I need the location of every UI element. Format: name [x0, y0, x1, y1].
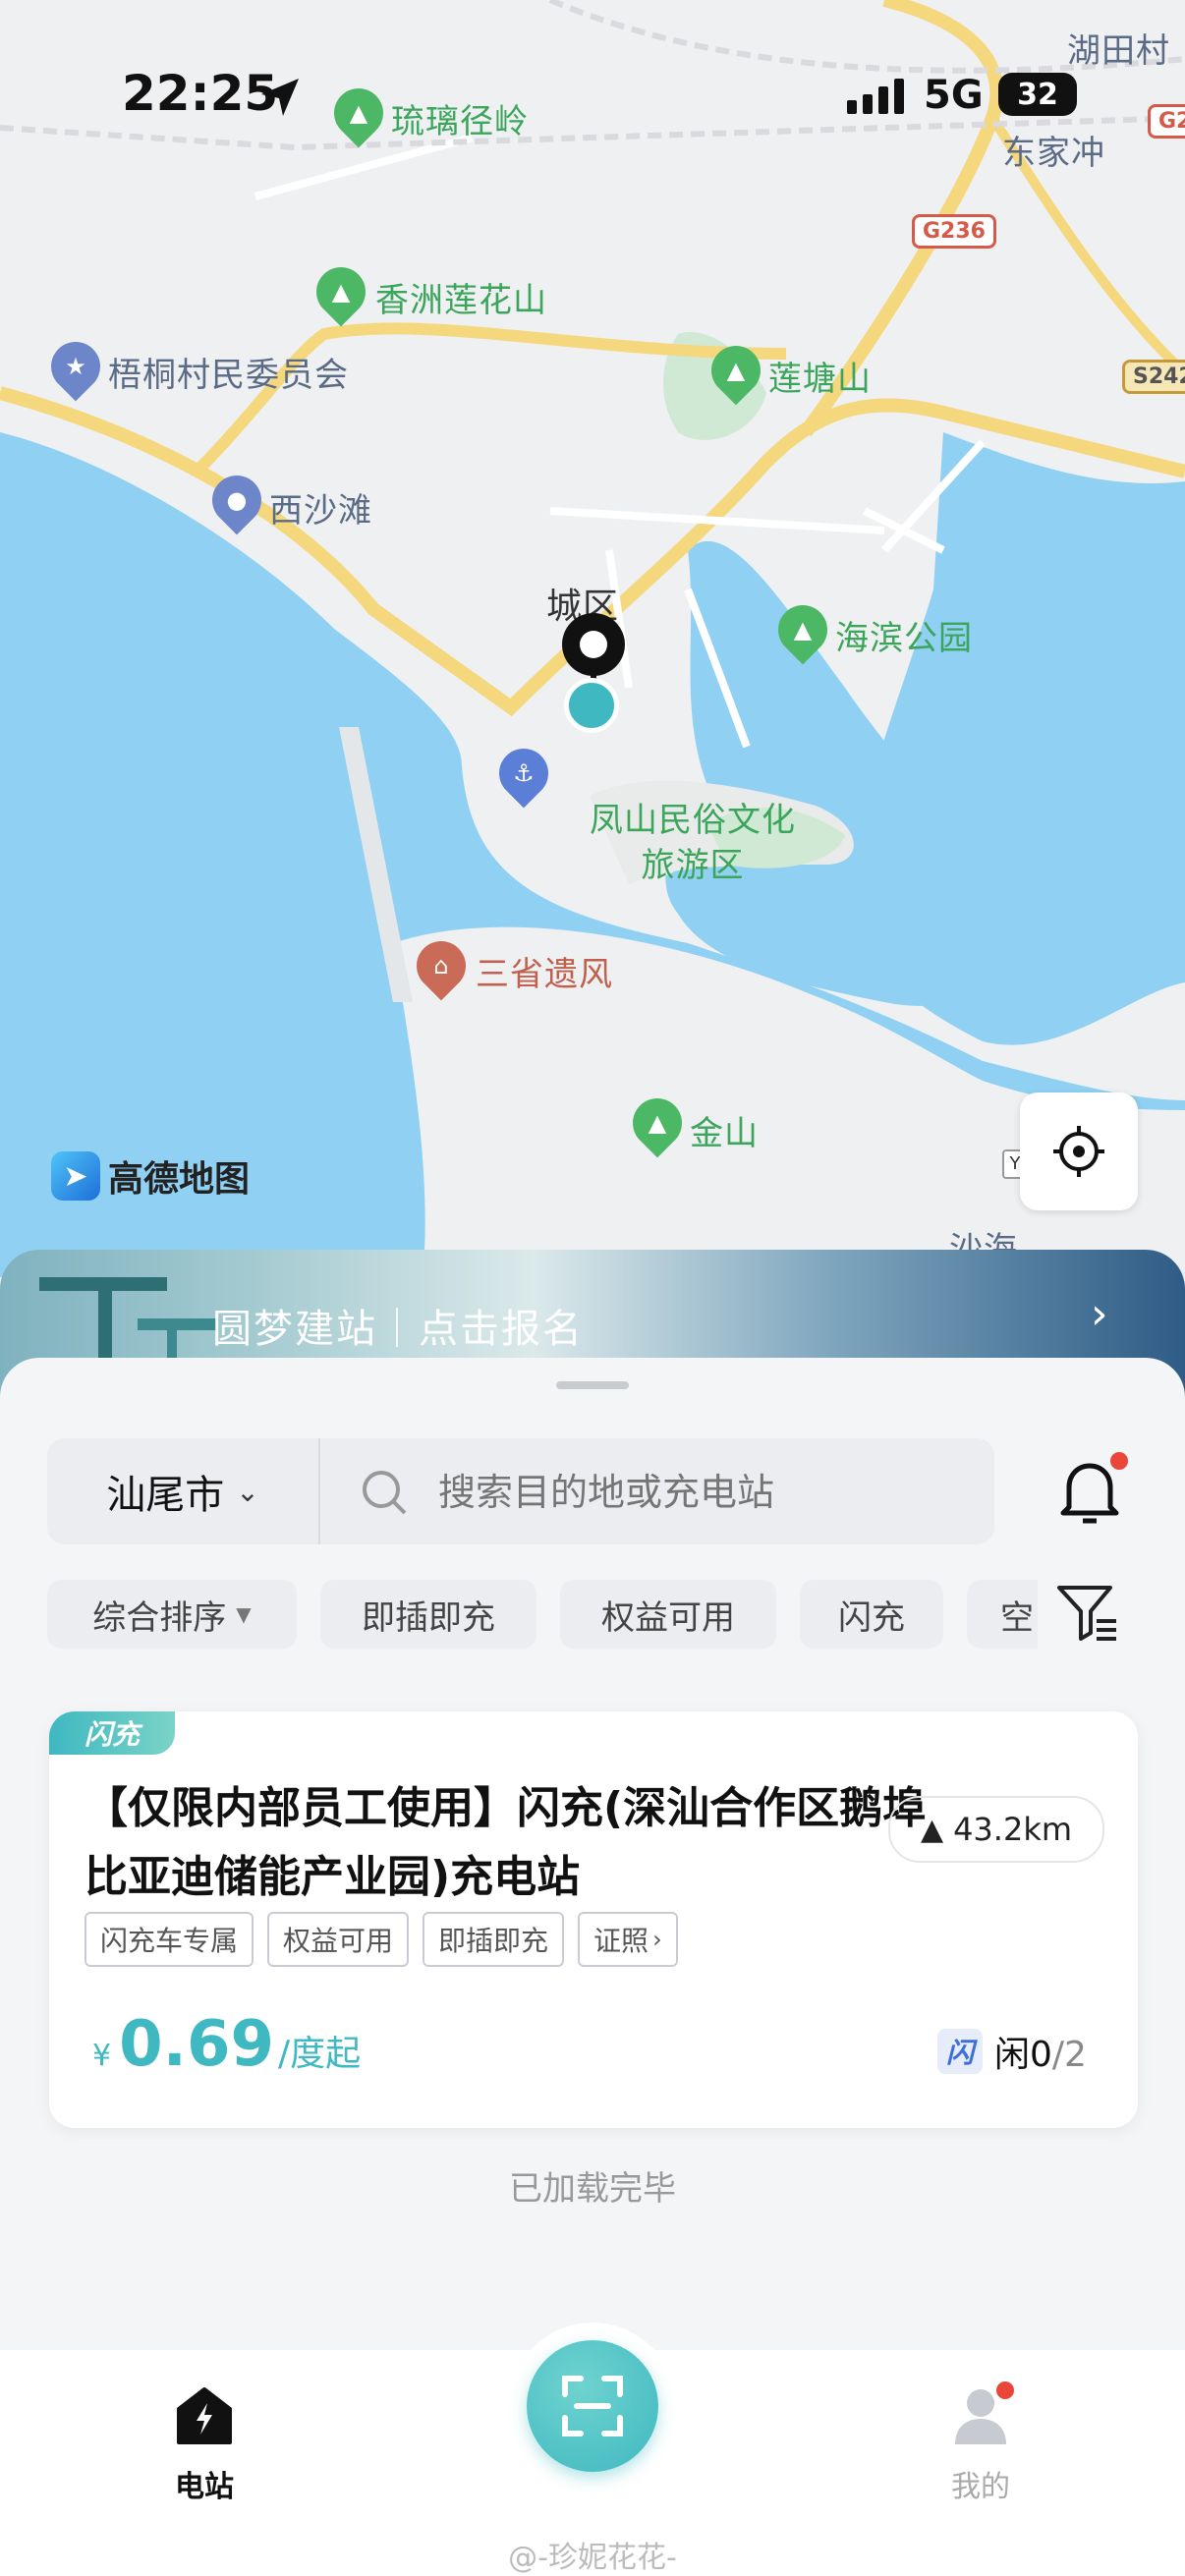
availability: 闪 闲0/2 [937, 2026, 1087, 2077]
park-pin-icon[interactable]: ▲ [767, 594, 838, 665]
map-label-haibin[interactable]: 海滨公园 [835, 611, 973, 659]
tab-mine[interactable]: 我的 [924, 2381, 1038, 2504]
chevron-right-icon: › [652, 1926, 662, 1953]
location-arrow-icon [261, 79, 299, 116]
map-label-jinshan[interactable]: 金山 [690, 1106, 759, 1154]
tab-station[interactable]: 电站 [147, 2385, 261, 2504]
locate-me-button[interactable] [1020, 1092, 1138, 1210]
search-input[interactable] [436, 1458, 971, 1527]
government-pin-icon[interactable]: ★ [40, 331, 111, 402]
place-pin-icon[interactable]: ● [201, 465, 272, 535]
availability-label: 闲 [994, 2035, 1031, 2075]
amap-logo: ➤ 高德地图 [51, 1149, 250, 1203]
map-label-dongjiachong[interactable]: 东家冲 [1002, 126, 1105, 174]
map-label-liantang[interactable]: 莲塘山 [768, 352, 872, 400]
station-tab-icon [177, 2387, 232, 2444]
filter-plug-and-charge[interactable]: 即插即充 [320, 1580, 536, 1649]
sheet-drag-handle[interactable] [556, 1381, 629, 1389]
location-marker [562, 613, 625, 676]
network-type: 5G [924, 73, 984, 118]
city-selector[interactable]: 汕尾市 ⌄ [47, 1438, 318, 1544]
flash-charger-icon: 闪 [937, 2029, 983, 2074]
park-pin-icon[interactable]: ▲ [701, 335, 771, 406]
station-tags: 闪充车专属 权益可用 即插即充 证照 › [85, 1912, 692, 1967]
battery-icon: 32 [998, 73, 1077, 116]
map-label-hutian[interactable]: 湖田村 [1067, 24, 1170, 72]
notification-dot [1110, 1452, 1128, 1470]
filter-label: 权益可用 [601, 1597, 735, 1638]
tab-mine-label: 我的 [951, 2470, 1010, 2504]
park-pin-icon[interactable]: ▲ [323, 78, 394, 148]
distance-pill[interactable]: ▲ 43.2km [888, 1796, 1104, 1863]
search-bar: 汕尾市 ⌄ [47, 1438, 994, 1544]
tag-plug-and-charge: 即插即充 [423, 1912, 565, 1967]
battery-level: 32 [1017, 77, 1058, 112]
status-time: 22:25 [122, 65, 279, 122]
map-label-fengshan[interactable]: 凤山民俗文化旅游区 [590, 798, 796, 888]
scan-icon [562, 2376, 623, 2436]
tab-bar: 电站 我的 @-珍妮花花- [0, 2323, 1185, 2576]
price: ¥ 0.69 /度起 [92, 2008, 361, 2081]
map-label-sansheng[interactable]: 三省遗风 [476, 947, 613, 995]
distance-value: 43.2km [953, 1811, 1073, 1848]
tag-exclusive: 闪充车专属 [85, 1912, 254, 1967]
city-label: 汕尾市 [106, 1473, 225, 1518]
available-count: 0 [1030, 2035, 1052, 2075]
tag-license[interactable]: 证照 › [578, 1912, 678, 1967]
map-label-xiangzhou[interactable]: 香洲莲花山 [375, 273, 547, 321]
watermark: @-珍妮花花- [508, 2541, 677, 2575]
tag-license-label: 证照 [593, 1925, 649, 1957]
price-unit: /度起 [278, 2034, 362, 2074]
tag-benefits: 权益可用 [267, 1912, 410, 1967]
notification-dot [996, 2381, 1014, 2399]
map-label-xisha[interactable]: 西沙滩 [269, 483, 372, 532]
road-badge-s242: S242 [1122, 360, 1185, 394]
road-badge-g236: G236 [912, 214, 996, 249]
landmark-pin-icon[interactable]: ⌂ [406, 930, 477, 1001]
park-pin-icon[interactable]: ▲ [622, 1088, 693, 1158]
station-card[interactable]: 闪充 【仅限内部员工使用】闪充(深汕合作区鹅埠比亚迪储能产业园)充电站 ▲ 43… [49, 1711, 1138, 2128]
filter-sort[interactable]: 综合排序 ▼ [47, 1580, 297, 1649]
divider [318, 1438, 320, 1544]
anchor-pin-icon[interactable]: ⚓ [488, 738, 559, 809]
triangle-down-icon: ▼ [236, 1602, 252, 1626]
station-title: 【仅限内部员工使用】闪充(深汕合作区鹅埠比亚迪储能产业园)充电站 [85, 1783, 927, 1902]
chevron-right-icon: › [1091, 1289, 1108, 1339]
current-position-dot [564, 678, 619, 733]
filter-funnel-icon[interactable] [1055, 1582, 1120, 1645]
signal-icon [847, 79, 904, 114]
banner-text: 圆梦建站｜点击报名 [212, 1307, 584, 1352]
map-view[interactable]: G236 S242 G2 湖田村 东家冲 ▲ 琉璃径岭 ▲ 香洲莲花山 ★ 梧桐… [0, 0, 1185, 1277]
flash-charge-badge: 闪充 [49, 1711, 175, 1755]
park-pin-icon[interactable]: ▲ [306, 256, 376, 327]
search-icon [363, 1471, 407, 1515]
crosshair-icon [1053, 1126, 1104, 1177]
filter-idle[interactable]: 空 [967, 1580, 1038, 1649]
chevron-down-icon: ⌄ [236, 1475, 259, 1508]
currency-symbol: ¥ [92, 2039, 112, 2073]
amap-logo-text: 高德地图 [108, 1159, 251, 1200]
total-count: /2 [1051, 2035, 1087, 2075]
tab-station-label: 电站 [175, 2470, 234, 2504]
map-label-liuli[interactable]: 琉璃径岭 [391, 94, 529, 142]
road-badge-g2: G2 [1148, 104, 1185, 139]
filter-flash-charge[interactable]: 闪充 [800, 1580, 943, 1649]
navigation-arrow-icon: ▲ [920, 1812, 944, 1847]
filter-benefits[interactable]: 权益可用 [560, 1580, 776, 1649]
filter-label: 即插即充 [362, 1597, 495, 1638]
amap-arrow-icon: ➤ [51, 1151, 100, 1201]
filter-label: 闪充 [838, 1597, 905, 1638]
scan-button[interactable] [527, 2340, 658, 2472]
price-value: 0.69 [119, 2008, 274, 2081]
map-label-wutong[interactable]: 梧桐村民委员会 [108, 348, 349, 396]
filter-sort-label: 综合排序 [92, 1597, 227, 1638]
list-end-text: 已加载完毕 [509, 2169, 676, 2209]
filter-label: 空 [1000, 1597, 1034, 1638]
